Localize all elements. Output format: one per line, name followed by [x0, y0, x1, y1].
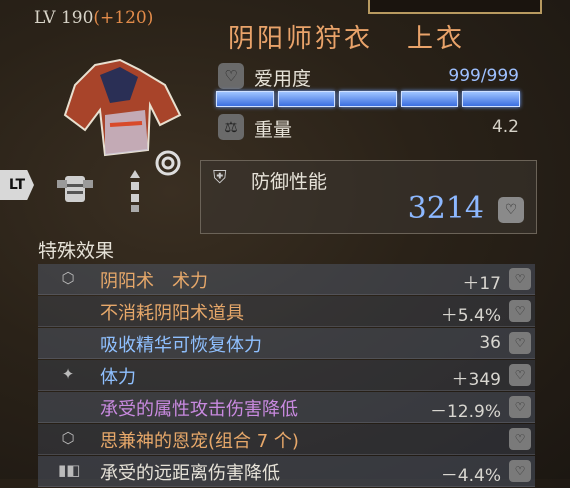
effect-name: 吸收精华可恢复体力	[100, 335, 262, 356]
level-label: LV 190	[34, 8, 94, 28]
durability-segment	[462, 91, 520, 107]
durability-bar	[216, 91, 520, 107]
durability-segment	[216, 91, 274, 107]
defense-panel: ⛨ 防御性能 3214 ♡	[200, 160, 537, 234]
effect-value: ＋17	[462, 274, 501, 294]
effect-rank-icon: ♡	[509, 332, 531, 354]
defense-label: 防御性能	[251, 171, 328, 193]
weight-icon: ⚖	[218, 114, 244, 140]
durability-label: 爱用度	[254, 68, 312, 90]
sparkle-icon: ✦	[61, 365, 75, 383]
durability-segment	[400, 91, 459, 107]
effect-value: ＋5.4%	[440, 306, 501, 326]
lt-button[interactable]: LT	[0, 170, 34, 200]
weight-row: ⚖ 重量 4.2	[218, 113, 523, 141]
defense-value-icon: ♡	[498, 197, 524, 223]
item-title: 阴阳师狩衣 上衣	[228, 18, 465, 55]
durability-icon: ♡	[218, 63, 244, 89]
effect-rank-icon: ♡	[509, 268, 531, 290]
armor-icon: ⛨	[213, 167, 227, 188]
defense-value: 3214	[407, 191, 484, 226]
effect-row[interactable]: 承受的属性攻击伤害降低 －12.9% ♡	[38, 392, 535, 423]
effect-name: 阴阳术 术力	[100, 271, 208, 292]
effect-name: 体力	[100, 367, 136, 388]
armor-set-icon	[55, 172, 95, 210]
effect-row[interactable]: ⬡ 阴阳术 术力 ＋17 ♡	[38, 264, 535, 295]
item-level: LV 190(+120)	[34, 8, 153, 28]
effect-rank-icon: ♡	[509, 396, 531, 418]
effect-value: －4.4%	[440, 466, 501, 486]
effect-icon-empty	[58, 396, 78, 416]
hex-gem-icon: ⬡	[61, 429, 75, 447]
level-bonus: (+120)	[93, 8, 154, 28]
durability-value: 999/999	[448, 66, 519, 86]
equip-slot-icons	[128, 170, 142, 212]
durability-segment	[339, 91, 397, 107]
effect-row[interactable]: 不消耗阴阳术道具 ＋5.4% ♡	[38, 296, 535, 327]
item-slot: 上衣	[407, 24, 466, 54]
effect-row[interactable]: ▮◧ 承受的远距离伤害降低 －4.4% ♡	[38, 456, 535, 487]
hex-gem-icon: ⬡	[61, 269, 75, 287]
effect-name: 思兼神的恩宠(组合 7 个)	[100, 431, 299, 452]
effect-icon-empty	[58, 300, 78, 320]
effect-value: ＋349	[451, 370, 501, 390]
weight-label: 重量	[254, 119, 293, 141]
effect-rank-icon: ♡	[509, 364, 531, 386]
effects-list: ⬡ 阴阳术 术力 ＋17 ♡ 不消耗阴阳术道具 ＋5.4% ♡ 吸收精华可恢复体力 36 ♡ ✦ 体力…	[38, 264, 535, 488]
swirl-icon	[152, 148, 184, 178]
durability-row: ♡ 爱用度 999/999	[218, 62, 523, 90]
effect-name: 承受的属性攻击伤害降低	[100, 399, 298, 420]
effect-value: 36	[479, 333, 501, 353]
effect-row[interactable]: ⬡ 思兼神的恩宠(组合 7 个) ♡	[38, 424, 535, 455]
effect-rank-icon: ♡	[509, 300, 531, 322]
item-name: 阴阳师狩衣	[228, 24, 374, 54]
effect-value: －12.9%	[429, 402, 501, 422]
durability-segment	[277, 91, 336, 107]
special-effects-title: 特殊效果	[38, 240, 115, 262]
top-frame	[368, 0, 542, 14]
effect-rank-icon: ♡	[509, 428, 531, 450]
effect-row[interactable]: ✦ 体力 ＋349 ♡	[38, 360, 535, 391]
effect-icon-empty	[58, 332, 78, 352]
effect-name: 承受的远距离伤害降低	[100, 463, 280, 484]
effect-name: 不消耗阴阳术道具	[100, 303, 244, 324]
weight-value: 4.2	[491, 117, 519, 137]
effect-row[interactable]: 吸收精华可恢复体力 36 ♡	[38, 328, 535, 359]
set-icon: ▮◧	[58, 461, 81, 479]
